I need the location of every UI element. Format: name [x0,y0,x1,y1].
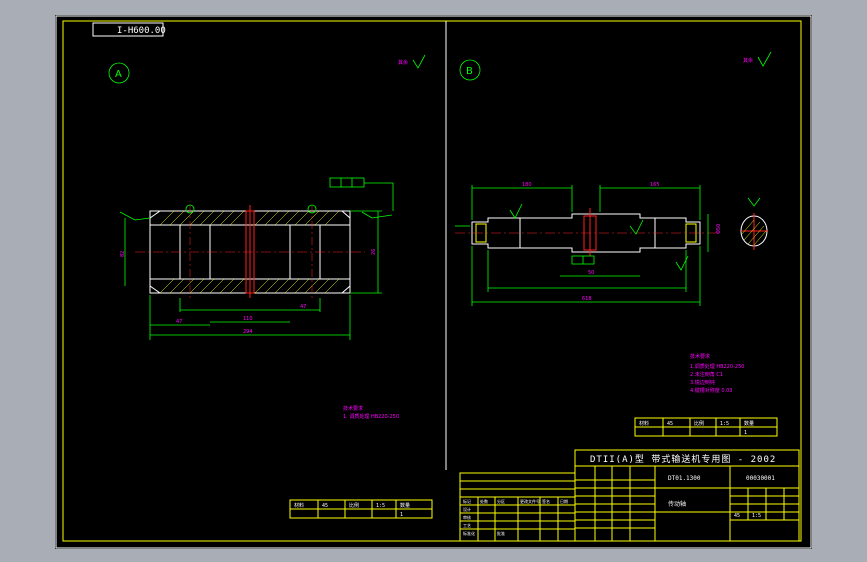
view-a-label: A [115,69,122,80]
svg-text:技术要求: 技术要求 [690,353,710,360]
svg-text:1:5: 1:5 [720,421,729,427]
svg-text:其余: 其余 [398,59,408,66]
svg-text:47: 47 [300,304,306,310]
svg-text:数量: 数量 [400,502,410,509]
svg-text:其余: 其余 [743,57,753,64]
svg-text:180: 180 [522,182,532,188]
svg-text:110: 110 [243,316,253,322]
svg-text:Φ50: Φ50 [716,224,722,234]
svg-text:比例: 比例 [694,420,704,427]
svg-text:45: 45 [667,421,673,427]
svg-text:材料: 材料 [639,420,649,427]
svg-text:标准化: 标准化 [463,530,475,536]
title-block-code: DT01.1300 [668,475,701,482]
title-block-part-no: 00030001 [746,475,775,482]
svg-text:1.调质处理 HB220-250: 1.调质处理 HB220-250 [690,363,744,370]
svg-text:2.未注倒角 C1: 2.未注倒角 C1 [690,371,723,378]
svg-text:165: 165 [650,182,660,188]
svg-text:设计: 设计 [463,506,471,512]
svg-text:签名: 签名 [542,498,550,504]
svg-text:1. 调质处理 HB220-250: 1. 调质处理 HB220-250 [343,413,399,420]
cad-viewport[interactable]: I-H600.00 A B 其余 其余 294 47 110 47 82 26 … [0,0,867,562]
svg-text:日期: 日期 [560,498,568,504]
title-block-title: DTII(A)型 带式输送机专用图 - 2002 [590,453,776,465]
svg-text:技术要求: 技术要求 [343,405,363,412]
drawing-canvas[interactable]: I-H600.00 A B 其余 其余 294 47 110 47 82 26 … [0,0,867,562]
svg-text:比例: 比例 [349,502,359,509]
drawing-code-text: I-H600.00 [117,26,166,36]
sheet-background [55,15,812,549]
svg-text:批准: 批准 [497,530,505,536]
svg-text:数量: 数量 [744,420,754,427]
svg-text:47: 47 [176,319,182,325]
svg-text:1:5: 1:5 [376,503,385,509]
svg-text:处数: 处数 [480,498,488,504]
svg-text:1: 1 [744,430,747,436]
svg-text:1:5: 1:5 [752,513,761,519]
svg-text:45: 45 [322,503,328,509]
title-block-part-name: 传动轴 [668,500,686,508]
svg-text:审核: 审核 [463,514,471,520]
svg-text:3.锐边倒钝: 3.锐边倒钝 [690,379,715,386]
svg-text:分区: 分区 [497,498,505,504]
svg-text:更改文件号: 更改文件号 [520,498,540,504]
view-b-label: B [466,66,473,77]
svg-text:294: 294 [243,329,253,335]
svg-text:45: 45 [734,513,740,519]
svg-text:4.键槽对称度 0.03: 4.键槽对称度 0.03 [690,387,733,394]
svg-text:材料: 材料 [294,502,304,509]
svg-text:工艺: 工艺 [463,523,471,528]
svg-text:标记: 标记 [463,498,471,504]
svg-text:50: 50 [588,270,594,276]
svg-text:618: 618 [582,296,592,302]
svg-text:82: 82 [120,251,126,257]
svg-text:26: 26 [371,249,377,255]
svg-text:1: 1 [400,512,403,518]
